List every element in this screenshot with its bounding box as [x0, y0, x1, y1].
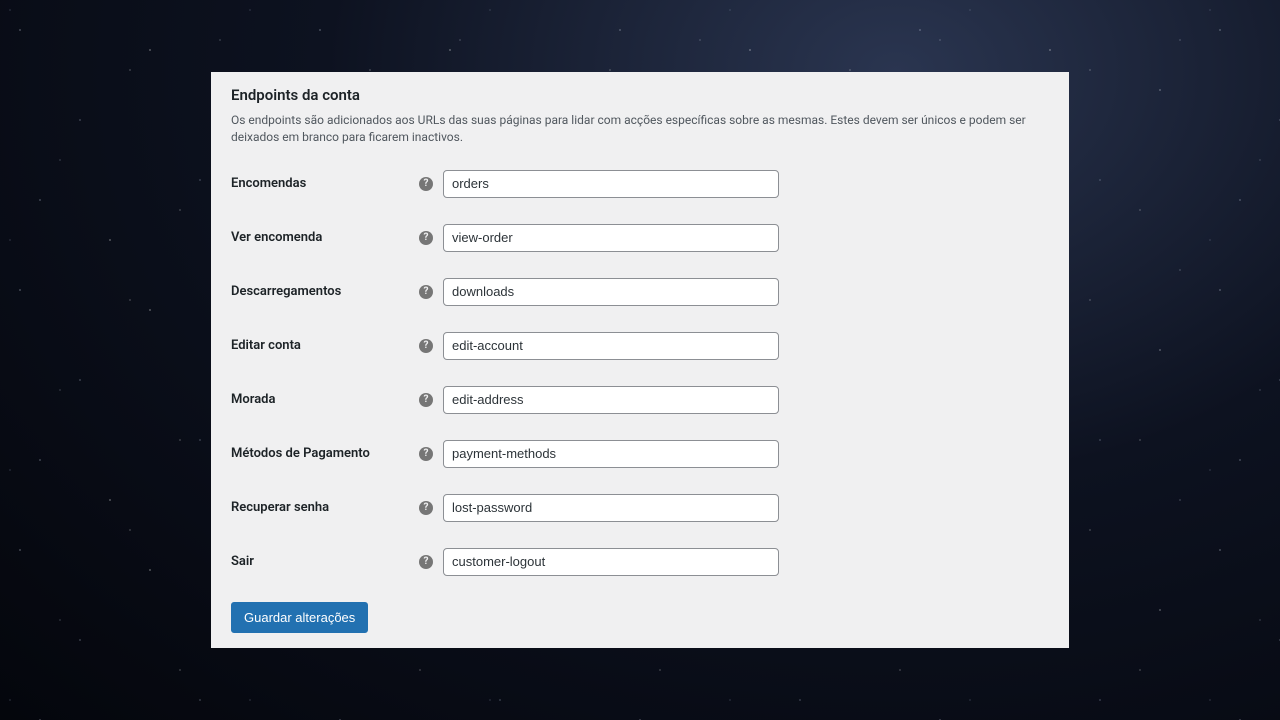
field-row-orders: Encomendas ? — [231, 170, 1049, 198]
help-icon[interactable]: ? — [419, 447, 433, 461]
input-payment-methods[interactable] — [443, 440, 779, 468]
save-button[interactable]: Guardar alterações — [231, 602, 368, 633]
input-edit-address[interactable] — [443, 386, 779, 414]
input-view-order[interactable] — [443, 224, 779, 252]
input-logout[interactable] — [443, 548, 779, 576]
input-downloads[interactable] — [443, 278, 779, 306]
field-row-downloads: Descarregamentos ? — [231, 278, 1049, 306]
label-orders: Encomendas — [231, 176, 306, 191]
section-title: Endpoints da conta — [231, 86, 1049, 104]
help-icon[interactable]: ? — [419, 231, 433, 245]
help-icon[interactable]: ? — [419, 177, 433, 191]
label-edit-address: Morada — [231, 392, 275, 407]
field-row-logout: Sair ? — [231, 548, 1049, 576]
field-row-payment-methods: Métodos de Pagamento ? — [231, 440, 1049, 468]
field-row-lost-password: Recuperar senha ? — [231, 494, 1049, 522]
field-row-view-order: Ver encomenda ? — [231, 224, 1049, 252]
label-downloads: Descarregamentos — [231, 284, 341, 299]
section-description: Os endpoints são adicionados aos URLs da… — [231, 112, 1049, 146]
label-payment-methods: Métodos de Pagamento — [231, 446, 370, 461]
label-edit-account: Editar conta — [231, 338, 301, 353]
field-row-edit-account: Editar conta ? — [231, 332, 1049, 360]
help-icon[interactable]: ? — [419, 501, 433, 515]
help-icon[interactable]: ? — [419, 339, 433, 353]
input-lost-password[interactable] — [443, 494, 779, 522]
label-logout: Sair — [231, 554, 254, 569]
input-edit-account[interactable] — [443, 332, 779, 360]
help-icon[interactable]: ? — [419, 393, 433, 407]
label-lost-password: Recuperar senha — [231, 500, 329, 515]
settings-panel: Endpoints da conta Os endpoints são adic… — [211, 72, 1069, 648]
label-view-order: Ver encomenda — [231, 230, 322, 245]
help-icon[interactable]: ? — [419, 285, 433, 299]
input-orders[interactable] — [443, 170, 779, 198]
help-icon[interactable]: ? — [419, 555, 433, 569]
field-row-edit-address: Morada ? — [231, 386, 1049, 414]
